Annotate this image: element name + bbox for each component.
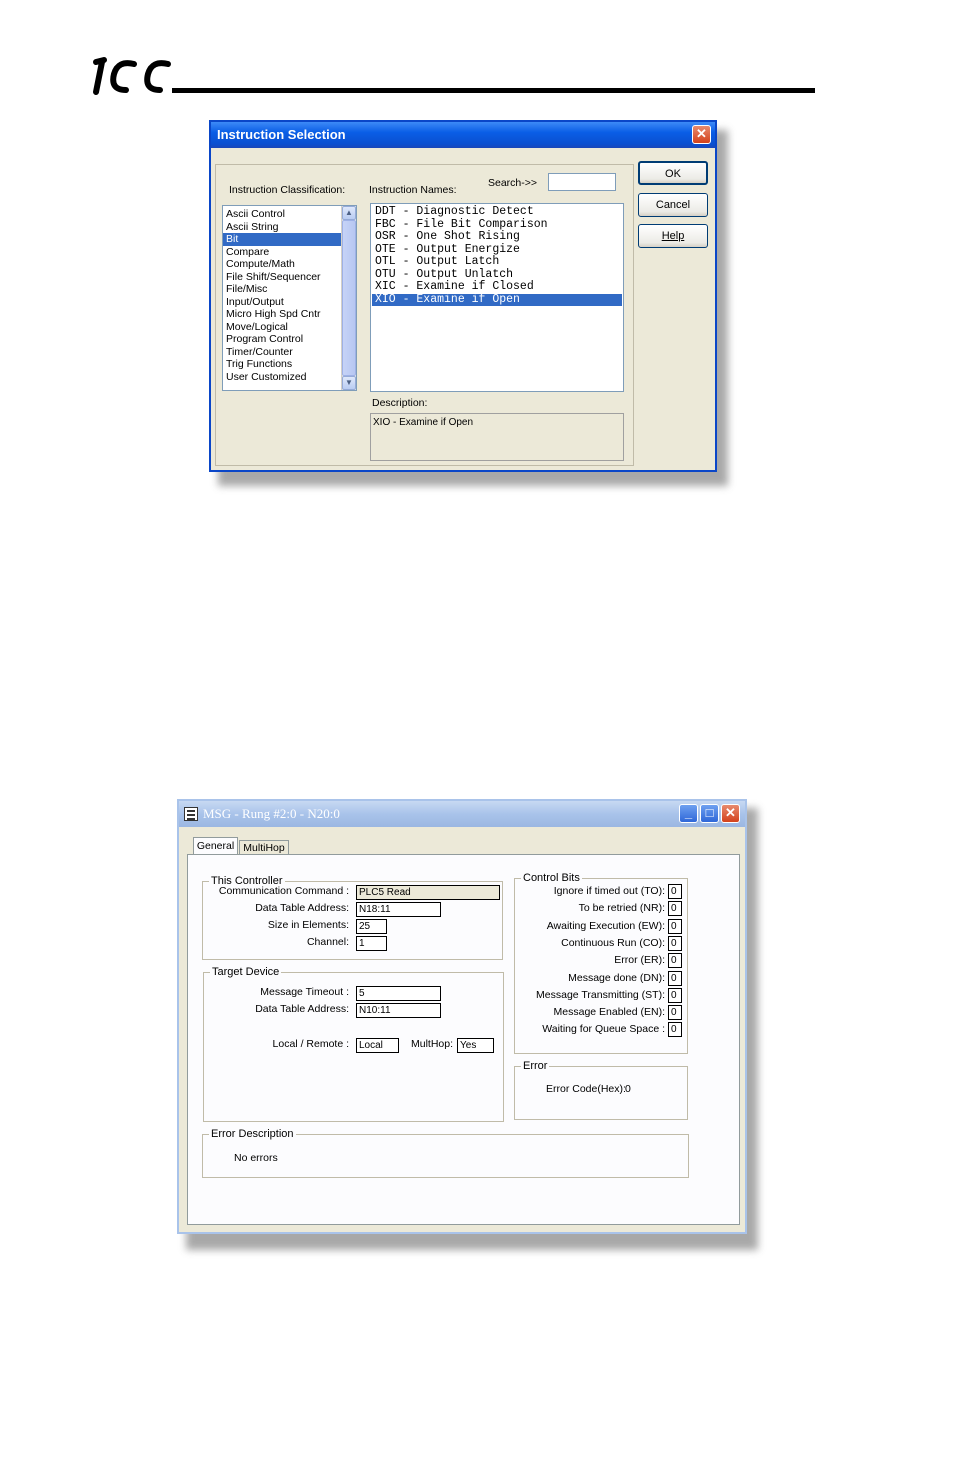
control-bit-label: Waiting for Queue Space :: [542, 1023, 665, 1036]
classification-item[interactable]: Ascii String: [223, 221, 341, 234]
size-field[interactable]: 25: [356, 919, 387, 934]
control-bit-label: Error (ER):: [614, 954, 665, 967]
maximize-icon[interactable]: □: [700, 804, 719, 823]
classification-list[interactable]: Ascii Control Ascii String Bit Compare Compu…: [222, 205, 357, 391]
msg-titlebar: MSG - Rung #2:0 - N20:0: [179, 801, 745, 827]
channel-label: Channel:: [306, 936, 349, 948]
instruction-names-label: Instruction Names:: [369, 184, 457, 196]
icc-logo: [93, 57, 171, 95]
target-data-table-label: Data Table Address:: [255, 1003, 349, 1015]
header-rule: [172, 88, 815, 93]
size-label: Size in Elements:: [267, 919, 349, 931]
instruction-selection-dialog: Instruction Selection ✕ Instruction Clas…: [209, 120, 717, 472]
classification-item[interactable]: Bit: [223, 233, 341, 246]
classification-item[interactable]: Timer/Counter: [223, 346, 341, 359]
msg-title: MSG - Rung #2:0 - N20:0: [203, 806, 340, 821]
instruction-item[interactable]: XIO - Examine if Open: [372, 293, 622, 306]
search-input[interactable]: [548, 173, 616, 191]
control-bits-legend: Control Bits: [521, 872, 582, 884]
error-description-text: No errors: [234, 1152, 278, 1164]
search-label: Search->>: [488, 177, 538, 189]
help-button[interactable]: Help: [638, 224, 708, 248]
classification-item[interactable]: User Customized: [223, 371, 341, 384]
error-description-legend: Error Description: [209, 1128, 296, 1140]
control-bit-label: Message done (DN):: [568, 971, 665, 984]
classification-item[interactable]: File/Misc: [223, 283, 341, 296]
description-text: XIO - Examine if Open: [373, 417, 474, 428]
description-box: XIO - Examine if Open: [370, 413, 624, 461]
classification-item[interactable]: Program Control: [223, 333, 341, 346]
channel-field[interactable]: 1: [356, 936, 387, 951]
scroll-down-icon[interactable]: ▼: [342, 376, 356, 390]
minimize-icon[interactable]: _: [679, 804, 698, 823]
scroll-up-icon[interactable]: ▲: [342, 206, 356, 220]
target-device-legend: Target Device: [210, 966, 282, 978]
control-bit-label: To be retried (NR):: [578, 902, 665, 915]
cancel-button[interactable]: Cancel: [638, 193, 708, 217]
tab-multihop[interactable]: MultiHop: [239, 840, 289, 855]
data-table-label: Data Table Address:: [255, 902, 349, 914]
comm-command-field[interactable]: PLC5 Read: [356, 885, 500, 900]
instruction-item[interactable]: XIC - Examine if Closed: [372, 280, 622, 294]
comm-command-label: Communication Command :: [218, 885, 349, 897]
error-code-label: Error Code(Hex):: [546, 1083, 626, 1095]
classification-item[interactable]: Trig Functions: [223, 358, 341, 371]
control-bit-field[interactable]: 0: [668, 1022, 682, 1038]
instruction-names-list[interactable]: DDT - Diagnostic Detect FBC - File Bit Co…: [370, 203, 624, 392]
control-bit-field[interactable]: 0: [668, 1005, 682, 1021]
instruction-item[interactable]: OTL - Output Latch: [372, 255, 622, 269]
app-icon: [184, 807, 198, 821]
local-remote-label: Local / Remote :: [272, 1038, 349, 1050]
local-remote-field[interactable]: Local: [356, 1038, 399, 1053]
control-bit-label: Continuous Run (CO):: [561, 936, 665, 949]
scroll-thumb[interactable]: [342, 220, 356, 376]
instruction-item[interactable]: OSR - One Shot Rising: [372, 230, 622, 244]
close-icon: ✕: [696, 126, 707, 141]
control-bit-label: Awaiting Execution (EW):: [546, 919, 665, 932]
ok-button[interactable]: OK: [638, 161, 708, 185]
close-button[interactable]: ✕: [692, 125, 711, 144]
data-table-field[interactable]: N18:11: [356, 902, 441, 917]
classification-item[interactable]: Compute/Math: [223, 258, 341, 271]
control-bit-field[interactable]: 0: [668, 987, 682, 1003]
classification-item[interactable]: File Shift/Sequencer: [223, 271, 341, 284]
classification-item[interactable]: Move/Logical: [223, 321, 341, 334]
classification-label: Instruction Classification:: [229, 184, 346, 196]
control-bit-field[interactable]: 0: [668, 953, 682, 969]
control-bit-field[interactable]: 0: [668, 901, 682, 917]
control-bit-label: Message Enabled (EN):: [553, 1006, 665, 1019]
classification-item[interactable]: Ascii Control: [223, 208, 341, 221]
target-data-table-field[interactable]: N10:11: [356, 1003, 441, 1018]
instruction-item[interactable]: DDT - Diagnostic Detect: [372, 205, 622, 219]
classification-scrollbar[interactable]: ▲ ▼: [341, 206, 356, 390]
description-label: Description:: [372, 397, 428, 409]
classification-item[interactable]: Input/Output: [223, 296, 341, 309]
dialog-titlebar: Instruction Selection: [211, 122, 715, 148]
control-bit-field[interactable]: 0: [668, 884, 682, 899]
classification-item[interactable]: Micro High Spd Cntr: [223, 308, 341, 321]
timeout-label: Message Timeout :: [260, 986, 349, 998]
control-bit-field[interactable]: 0: [668, 970, 682, 986]
control-bit-label: Ignore if timed out (TO):: [553, 885, 665, 897]
close-icon[interactable]: ✕: [721, 804, 740, 823]
control-bit-label: Message Transmitting (ST):: [536, 988, 665, 1001]
control-bit-field[interactable]: 0: [668, 918, 682, 934]
multihop-field[interactable]: Yes: [457, 1038, 494, 1053]
error-legend: Error: [521, 1060, 550, 1072]
error-code-value: 0: [625, 1083, 631, 1095]
dialog-title: Instruction Selection: [217, 127, 346, 142]
multihop-label: MultHop:: [410, 1038, 453, 1050]
timeout-field[interactable]: 5: [356, 986, 441, 1001]
tab-general[interactable]: General: [193, 837, 238, 855]
control-bit-field[interactable]: 0: [668, 935, 682, 951]
classification-item[interactable]: Compare: [223, 246, 341, 259]
msg-dialog: MSG - Rung #2:0 - N20:0 _ □ ✕ General Mu…: [177, 799, 747, 1234]
